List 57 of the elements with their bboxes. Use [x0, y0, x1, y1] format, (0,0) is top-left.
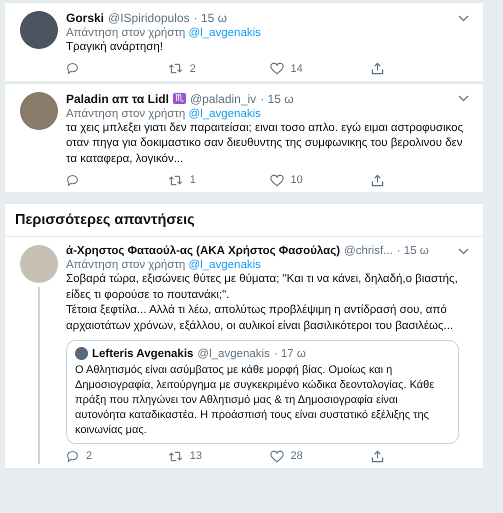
like-button[interactable]: 10 [270, 174, 372, 186]
like-button[interactable]: 14 [270, 62, 372, 75]
avatar [75, 347, 88, 360]
timestamp[interactable]: · 15 ω [194, 11, 227, 25]
display-name: Lefteris Avgenakis [92, 348, 194, 360]
share-icon [371, 62, 384, 75]
display-name[interactable]: Paladin απ τα Lidl [66, 92, 169, 106]
user-handle: @l_avgenakis [197, 348, 270, 360]
heart-icon [270, 174, 284, 186]
share-icon [371, 450, 384, 462]
avatar[interactable] [20, 92, 58, 130]
user-handle[interactable]: @ISpiridopulos [108, 11, 190, 25]
retweet-count: 13 [190, 450, 202, 462]
speech-bubble-icon [66, 174, 79, 186]
display-name[interactable]: Gorski [66, 11, 104, 25]
reply-to-label: Απάντηση στον χρήστη [66, 259, 186, 271]
user-handle[interactable]: @paladin_iv [190, 92, 256, 106]
section-heading: Περισσότερες απαντήσεις [15, 212, 196, 228]
avatar[interactable] [20, 11, 58, 49]
like-count: 14 [290, 62, 303, 74]
quoted-text: Ο Αθλητισμός είναι ασύμβατος με κάθε μορφή βίας. Ομοίως και η Δημοσιογραφία, λειτούργημα με συγκεκριμένο κώδικα δεοντολογίας. Κάθε πράξη που πληγώνει τον Αθλητισμό μας & τη Δημοσιογραφία είναι αυτονόητα καταδικαστέα. Η προάσπισή τους είναι συστατικό εξέλιξης της κοινωνίας μας. [75, 363, 436, 438]
timestamp[interactable]: · 15 ω [396, 245, 429, 257]
mention-link[interactable]: @l_avgenakis [188, 108, 261, 120]
user-handle[interactable]: @chrisf... [344, 245, 393, 257]
share-icon [371, 174, 384, 186]
tweet-text: τα χεις μπλεξει γιατι δεν παραιτείσαι; ειναι τοσο απλο. εγώ ειμαι αστροφυσικος οταν πηγα για δοκιμαστικο σαν διευθυντης της συμφωνικης του βερολινου δεν τα καταφερα, λογικόν... [66, 120, 464, 166]
like-count: 10 [290, 174, 303, 186]
tweet-text: Τραγική ανάρτηση! [66, 40, 164, 55]
like-count: 28 [290, 450, 303, 462]
chevron-down-icon[interactable] [458, 248, 469, 254]
mention-link[interactable]: @l_avgenakis [188, 27, 261, 39]
retweet-button[interactable]: 2 [168, 62, 270, 75]
reply-to-label: Απάντηση στον χρήστη [66, 108, 186, 120]
reply-button[interactable]: 2 [66, 450, 168, 462]
speech-bubble-icon [66, 62, 79, 75]
retweet-button[interactable]: 1 [168, 174, 270, 186]
tweet-text: Σοβαρά τώρα, εξισώνεις θύτες με θύματα; "Και τι να κάνει, δηλαδή,ο βιαστής, είδες τι φορούσε το πουτανάκι;". Τέτοια ξεφτίλα... Αλλά τι λέω, απολύτως προβλέψιμη η αντίδρασή σου, από αρχαιοτάτων χρόνων, εξάλλου, οι αυλικοί είναι βασιλικότεροι του βασιλέως... [66, 272, 459, 334]
speech-bubble-icon [66, 450, 79, 462]
quoted-tweet[interactable] [66, 340, 459, 444]
chevron-down-icon[interactable] [458, 14, 469, 22]
retweet-count: 2 [190, 62, 196, 74]
display-name[interactable]: ά-Χρηστος Φαταούλ-ας (ΑΚΑ Χρήστος Φασούλας) [66, 245, 340, 257]
retweet-button[interactable]: 13 [168, 450, 270, 462]
zodiac-emoji: ♏ [172, 93, 186, 104]
heart-icon [270, 450, 284, 462]
mention-link[interactable]: @l_avgenakis [188, 259, 261, 271]
retweet-icon [168, 174, 183, 186]
heart-icon [270, 62, 284, 75]
timestamp: · 17 ω [274, 348, 306, 360]
like-button[interactable]: 28 [270, 450, 372, 462]
retweet-icon [168, 450, 183, 462]
retweet-icon [168, 62, 183, 75]
chevron-down-icon[interactable] [458, 95, 469, 102]
reply-to-label: Απάντηση στον χρήστη [66, 27, 186, 39]
retweet-count: 1 [190, 174, 196, 186]
reply-count: 2 [86, 450, 92, 462]
timestamp[interactable]: · 15 ω [260, 92, 294, 106]
